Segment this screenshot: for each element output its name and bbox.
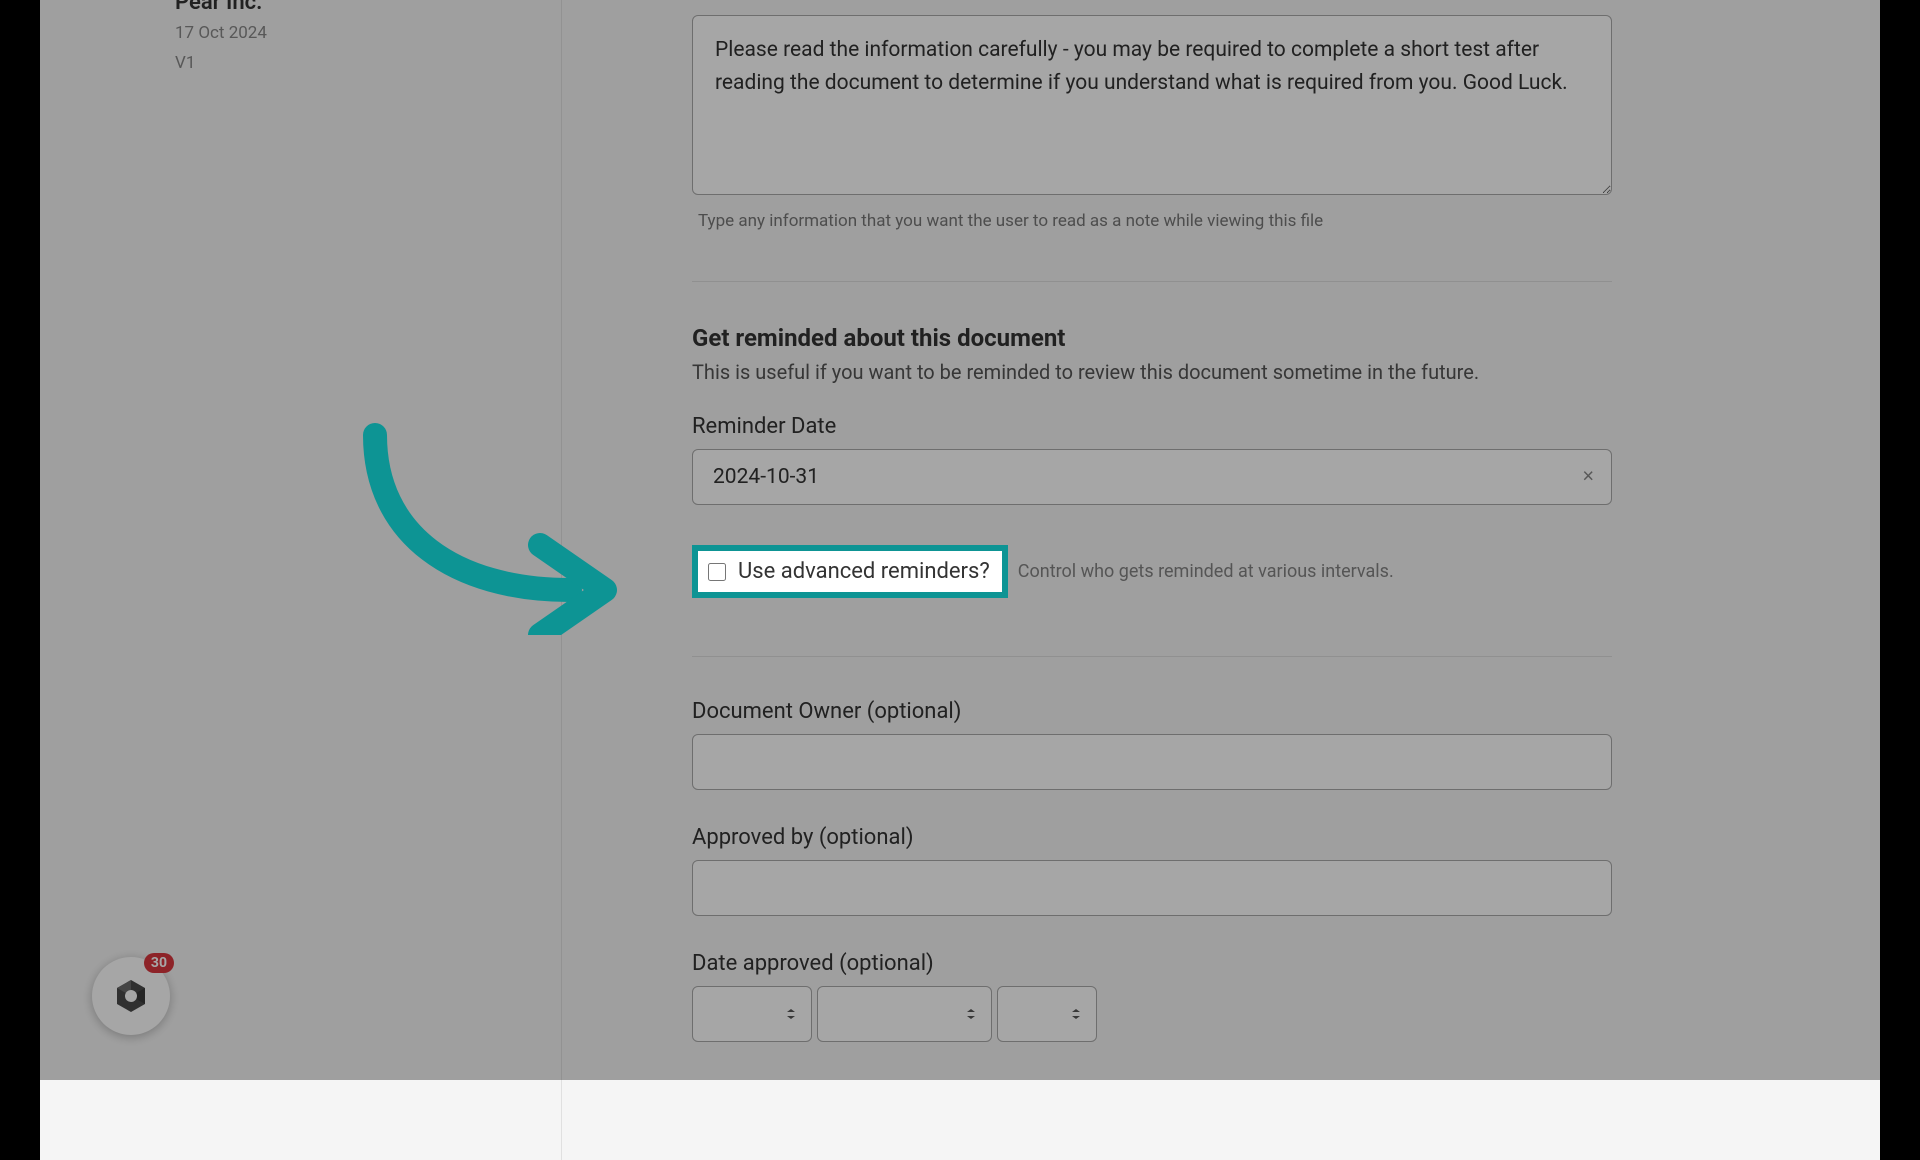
reminder-description: This is useful if you want to be reminde… xyxy=(692,360,1750,384)
approved-by-label: Approved by (optional) xyxy=(692,825,1750,850)
note-field-group: Note Please read the information careful… xyxy=(692,0,1750,231)
document-owner-label: Document Owner (optional) xyxy=(692,699,1750,724)
main-content: Note Please read the information careful… xyxy=(562,0,1880,1160)
section-divider-2 xyxy=(692,656,1612,657)
reminder-date-group: Reminder Date × xyxy=(692,414,1750,505)
chat-widget-button[interactable]: 30 xyxy=(92,957,170,1035)
section-divider xyxy=(692,281,1612,282)
document-owner-input[interactable] xyxy=(692,734,1612,790)
reminder-heading: Get reminded about this document xyxy=(692,324,1750,352)
date-approved-day-select[interactable] xyxy=(692,986,812,1042)
advanced-reminders-helper: Control who gets reminded at various int… xyxy=(1018,561,1394,582)
advanced-reminders-label[interactable]: Use advanced reminders? xyxy=(738,559,990,584)
reminder-date-label: Reminder Date xyxy=(692,414,1750,439)
clear-date-button[interactable]: × xyxy=(1582,466,1594,489)
document-version: V1 xyxy=(175,53,521,73)
date-approved-label: Date approved (optional) xyxy=(692,951,1750,976)
reminder-date-wrapper: × xyxy=(692,449,1612,505)
document-owner-group: Document Owner (optional) xyxy=(692,699,1750,790)
note-helper-text: Type any information that you want the u… xyxy=(692,211,1750,231)
date-approved-selects xyxy=(692,986,1750,1042)
advanced-reminders-highlight: Use advanced reminders? xyxy=(692,545,1008,598)
document-date: 17 Oct 2024 xyxy=(175,23,521,43)
advanced-reminders-checkbox[interactable] xyxy=(708,563,726,581)
chat-logo-icon xyxy=(111,976,151,1016)
approved-by-group: Approved by (optional) xyxy=(692,825,1750,916)
company-name: Pear Inc. xyxy=(175,0,521,15)
page-wrapper: Pear Inc. 17 Oct 2024 V1 Note Please rea… xyxy=(40,0,1880,1160)
date-approved-group: Date approved (optional) xyxy=(692,951,1750,1042)
reminder-date-input[interactable] xyxy=(692,449,1612,505)
note-label: Note xyxy=(692,0,1750,5)
note-textarea[interactable]: Please read the information carefully - … xyxy=(692,15,1612,195)
advanced-reminders-row: Use advanced reminders? Control who gets… xyxy=(692,545,1750,598)
close-icon: × xyxy=(1582,466,1594,488)
approved-by-input[interactable] xyxy=(692,860,1612,916)
reminder-section: Get reminded about this document This is… xyxy=(692,324,1750,598)
date-approved-year-select[interactable] xyxy=(997,986,1097,1042)
date-approved-month-select[interactable] xyxy=(817,986,992,1042)
chat-badge: 30 xyxy=(144,953,174,973)
